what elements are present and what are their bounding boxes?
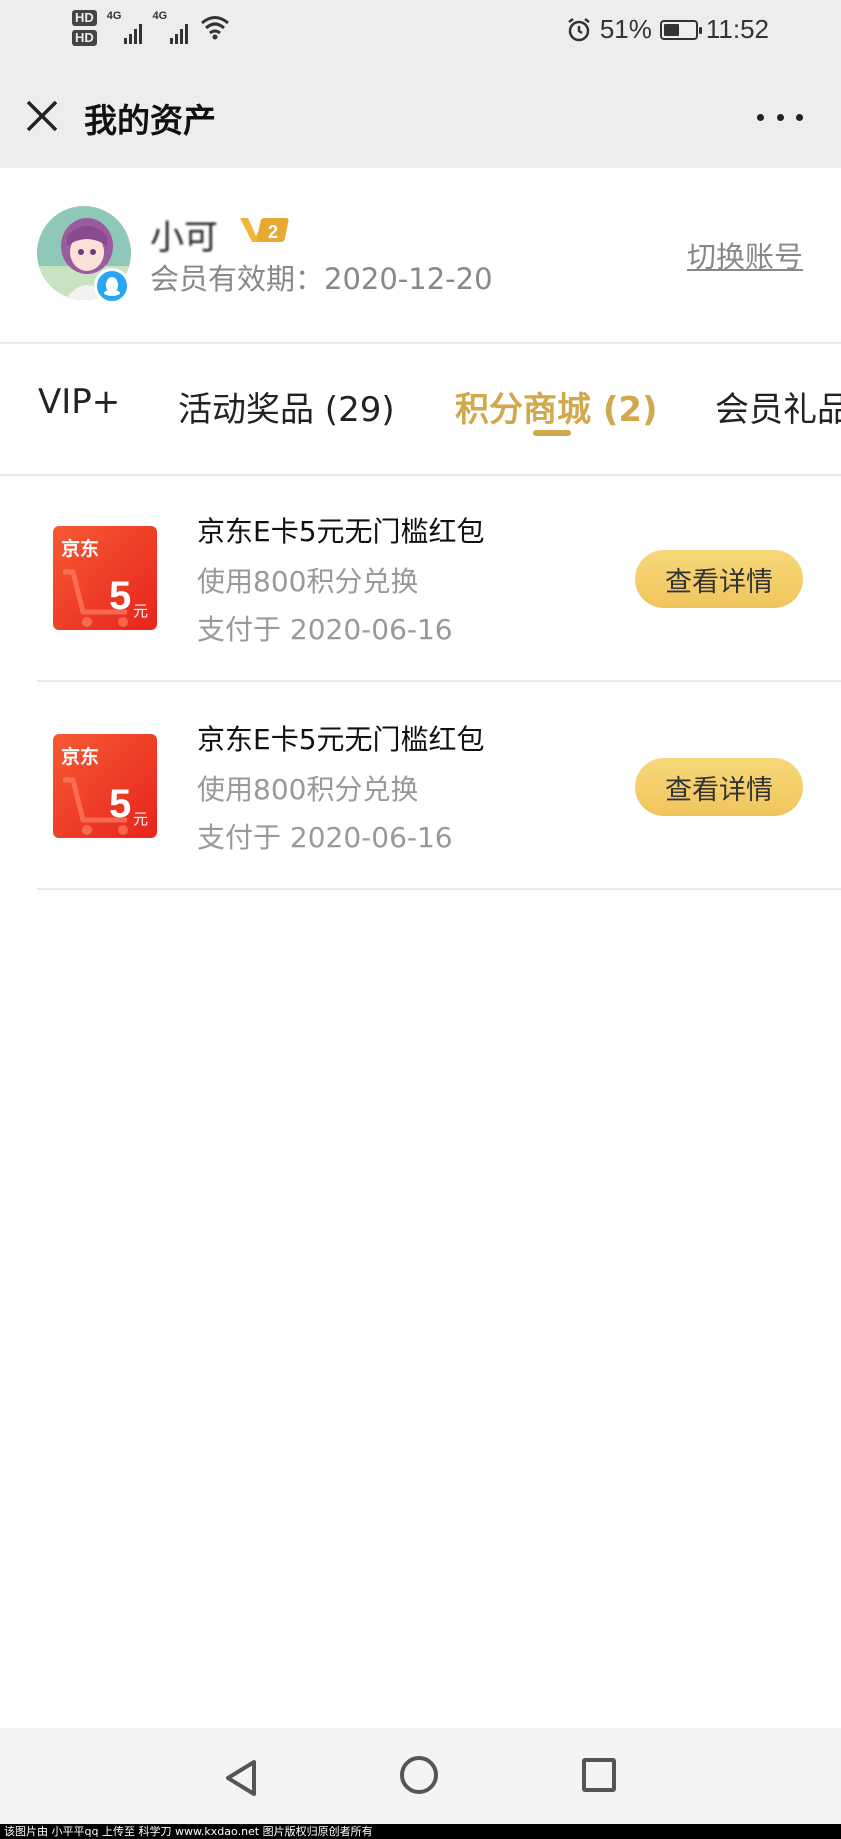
card-unit: 元 [133,602,149,620]
card-brand: 京东 [61,746,100,768]
card-unit: 元 [133,810,149,828]
more-icon[interactable] [757,102,803,132]
item-date: 支付于 2020-06-16 [197,821,453,854]
username: 小可 [150,218,218,258]
network-type-label: 4G [152,10,168,22]
item-points: 使用800积分兑换 [197,773,419,806]
jd-card-image: 京东 5 元 [53,734,157,838]
system-nav-bar [0,1728,841,1824]
profile-section: 小可 2 会员有效期：2020-12-20 切换账号 [0,168,841,344]
view-details-button[interactable]: 查看详情 [635,758,803,816]
watermark-text: 该图片由 小平平qq 上传至 科学刀 www.kxdao.net 图片版权归原创… [0,1824,841,1839]
battery-percent: 51% [599,14,652,44]
tab-activity-prizes[interactable]: 活动奖品 (29) [178,382,395,431]
wifi-icon [201,16,230,40]
signal-icon: 4G [107,10,143,44]
home-icon[interactable] [400,1756,438,1794]
tab-bar: VIP+ 活动奖品 (29) 积分商城 (2) 会员礼品 [0,344,841,476]
recent-apps-icon[interactable] [582,1758,616,1792]
view-details-button[interactable]: 查看详情 [635,550,803,608]
title-bar: 我的资产 [0,66,841,168]
tab-points-mall[interactable]: 积分商城 (2) [455,382,658,431]
card-amount: 5 [109,782,132,826]
item-points: 使用800积分兑换 [197,565,419,598]
card-amount: 5 [109,574,132,618]
back-icon[interactable] [222,1758,260,1798]
qq-badge-icon [94,268,130,304]
switch-account-link[interactable]: 切换账号 [687,234,803,276]
item-date: 支付于 2020-06-16 [197,613,453,646]
list-item: 京东 5 元 京东E卡5元无门槛红包 使用800积分兑换 支付于 2020-06… [37,476,841,682]
membership-expiry: 会员有效期：2020-12-20 [150,262,493,296]
vip-level-text: 2 [268,222,278,242]
close-icon[interactable] [22,96,62,136]
hd-indicators: HD HD [72,10,97,46]
status-bar: HD HD 4G 4G 51% 11:52 [0,0,841,66]
page-title: 我的资产 [84,101,216,140]
clock: 11:52 [705,14,769,44]
vip-level-icon: 2 [240,218,289,242]
network-type-label: 4G [106,10,122,22]
active-tab-indicator [533,430,571,436]
tab-vip-plus[interactable]: VIP+ [38,382,120,422]
alarm-icon [568,17,590,41]
tab-member-gifts[interactable]: 会员礼品 [715,382,841,431]
item-title: 京东E卡5元无门槛红包 [197,723,485,756]
status-left: HD HD 4G 4G [72,10,230,46]
list-item: 京东 5 元 京东E卡5元无门槛红包 使用800积分兑换 支付于 2020-06… [37,684,841,890]
item-title: 京东E卡5元无门槛红包 [197,515,485,548]
hd-icon: HD [72,10,97,26]
battery-icon [659,19,702,40]
signal-icon: 4G [152,10,189,44]
jd-card-image: 京东 5 元 [53,526,157,630]
battery-fill [663,23,679,36]
card-brand: 京东 [61,538,100,560]
status-right: 51% 11:52 [566,14,769,45]
hd-icon: HD [72,30,97,46]
